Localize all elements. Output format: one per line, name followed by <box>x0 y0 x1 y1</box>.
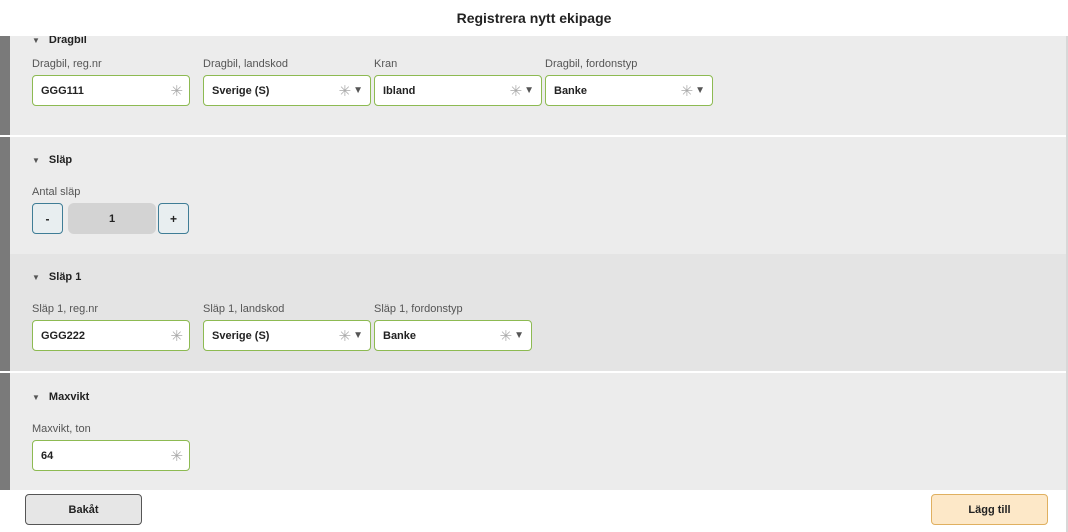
section-title: Dragbil <box>48 36 87 46</box>
decrement-button[interactable]: - <box>32 203 63 234</box>
footer-bar: Bakåt Lägg till <box>0 490 1068 532</box>
slap1-regnr-label: Släp 1, reg.nr <box>32 303 99 315</box>
page-title: Registrera nytt ekipage <box>0 0 1068 36</box>
dragbil-regnr-input[interactable]: GGG111 ✳ <box>32 75 190 106</box>
slap-count-value: 1 <box>68 203 156 234</box>
section-header-slap[interactable]: ▼ Släp <box>32 154 72 166</box>
slap1-landskod-label: Släp 1, landskod <box>203 303 285 315</box>
required-asterisk-icon: ✳ <box>170 447 183 465</box>
collapse-triangle-icon: ▼ <box>32 392 40 402</box>
slap1-regnr-input[interactable]: GGG222 ✳ <box>32 320 190 351</box>
section-slap1: ▼ Släp 1 Släp 1, reg.nr GGG222 ✳ Släp 1,… <box>0 254 1066 371</box>
dragbil-regnr-label: Dragbil, reg.nr <box>32 58 102 70</box>
required-asterisk-icon: ✳ <box>338 82 352 100</box>
section-header-maxvikt[interactable]: ▼ Maxvikt <box>32 391 89 403</box>
section-header-slap1[interactable]: ▼ Släp 1 <box>32 271 81 283</box>
collapse-triangle-icon: ▼ <box>32 36 40 45</box>
dropdown-caret-icon: ▼ <box>353 85 363 96</box>
section-header-dragbil[interactable]: ▼ Dragbil <box>32 36 87 46</box>
section-title: Släp <box>48 154 73 166</box>
maxvikt-input[interactable]: 64 ✳ <box>32 440 190 471</box>
section-slap: ▼ Släp Antal släp - 1 + <box>0 137 1066 254</box>
collapse-triangle-icon: ▼ <box>32 272 40 282</box>
required-asterisk-icon: ✳ <box>170 327 183 345</box>
slap1-fordonstyp-label: Släp 1, fordonstyp <box>374 303 463 315</box>
add-button[interactable]: Lägg till <box>931 494 1048 525</box>
section-dragbil: ▼ Dragbil Dragbil, reg.nr GGG111 ✳ Dragb… <box>0 36 1066 135</box>
required-asterisk-icon: ✳ <box>338 327 352 345</box>
required-asterisk-icon: ✳ <box>509 82 523 100</box>
section-title: Släp 1 <box>48 271 82 283</box>
required-asterisk-icon: ✳ <box>680 82 694 100</box>
required-asterisk-icon: ✳ <box>499 327 513 345</box>
dropdown-caret-icon: ▼ <box>695 85 705 96</box>
dragbil-fordonstyp-label: Dragbil, fordonstyp <box>545 58 638 70</box>
dropdown-caret-icon: ▼ <box>514 330 524 341</box>
dragbil-fordonstyp-select[interactable]: Banke ✳ ▼ <box>545 75 713 106</box>
section-title: Maxvikt <box>48 391 90 403</box>
required-asterisk-icon: ✳ <box>170 82 183 100</box>
collapse-triangle-icon: ▼ <box>32 155 40 165</box>
slap1-fordonstyp-select[interactable]: Banke ✳ ▼ <box>374 320 532 351</box>
kran-select[interactable]: Ibland ✳ ▼ <box>374 75 542 106</box>
antal-slap-label: Antal släp <box>32 186 81 198</box>
dropdown-caret-icon: ▼ <box>353 330 363 341</box>
slap1-landskod-select[interactable]: Sverige (S) ✳ ▼ <box>203 320 371 351</box>
kran-label: Kran <box>374 58 398 70</box>
increment-button[interactable]: + <box>158 203 189 234</box>
form-scroll-area[interactable]: ▼ Dragbil Dragbil, reg.nr GGG111 ✳ Dragb… <box>0 36 1066 490</box>
dropdown-caret-icon: ▼ <box>524 85 534 96</box>
dragbil-landskod-select[interactable]: Sverige (S) ✳ ▼ <box>203 75 371 106</box>
back-button[interactable]: Bakåt <box>25 494 142 525</box>
section-maxvikt: ▼ Maxvikt Maxvikt, ton 64 ✳ <box>0 373 1066 490</box>
dragbil-landskod-label: Dragbil, landskod <box>203 58 288 70</box>
maxvikt-label: Maxvikt, ton <box>32 423 91 435</box>
